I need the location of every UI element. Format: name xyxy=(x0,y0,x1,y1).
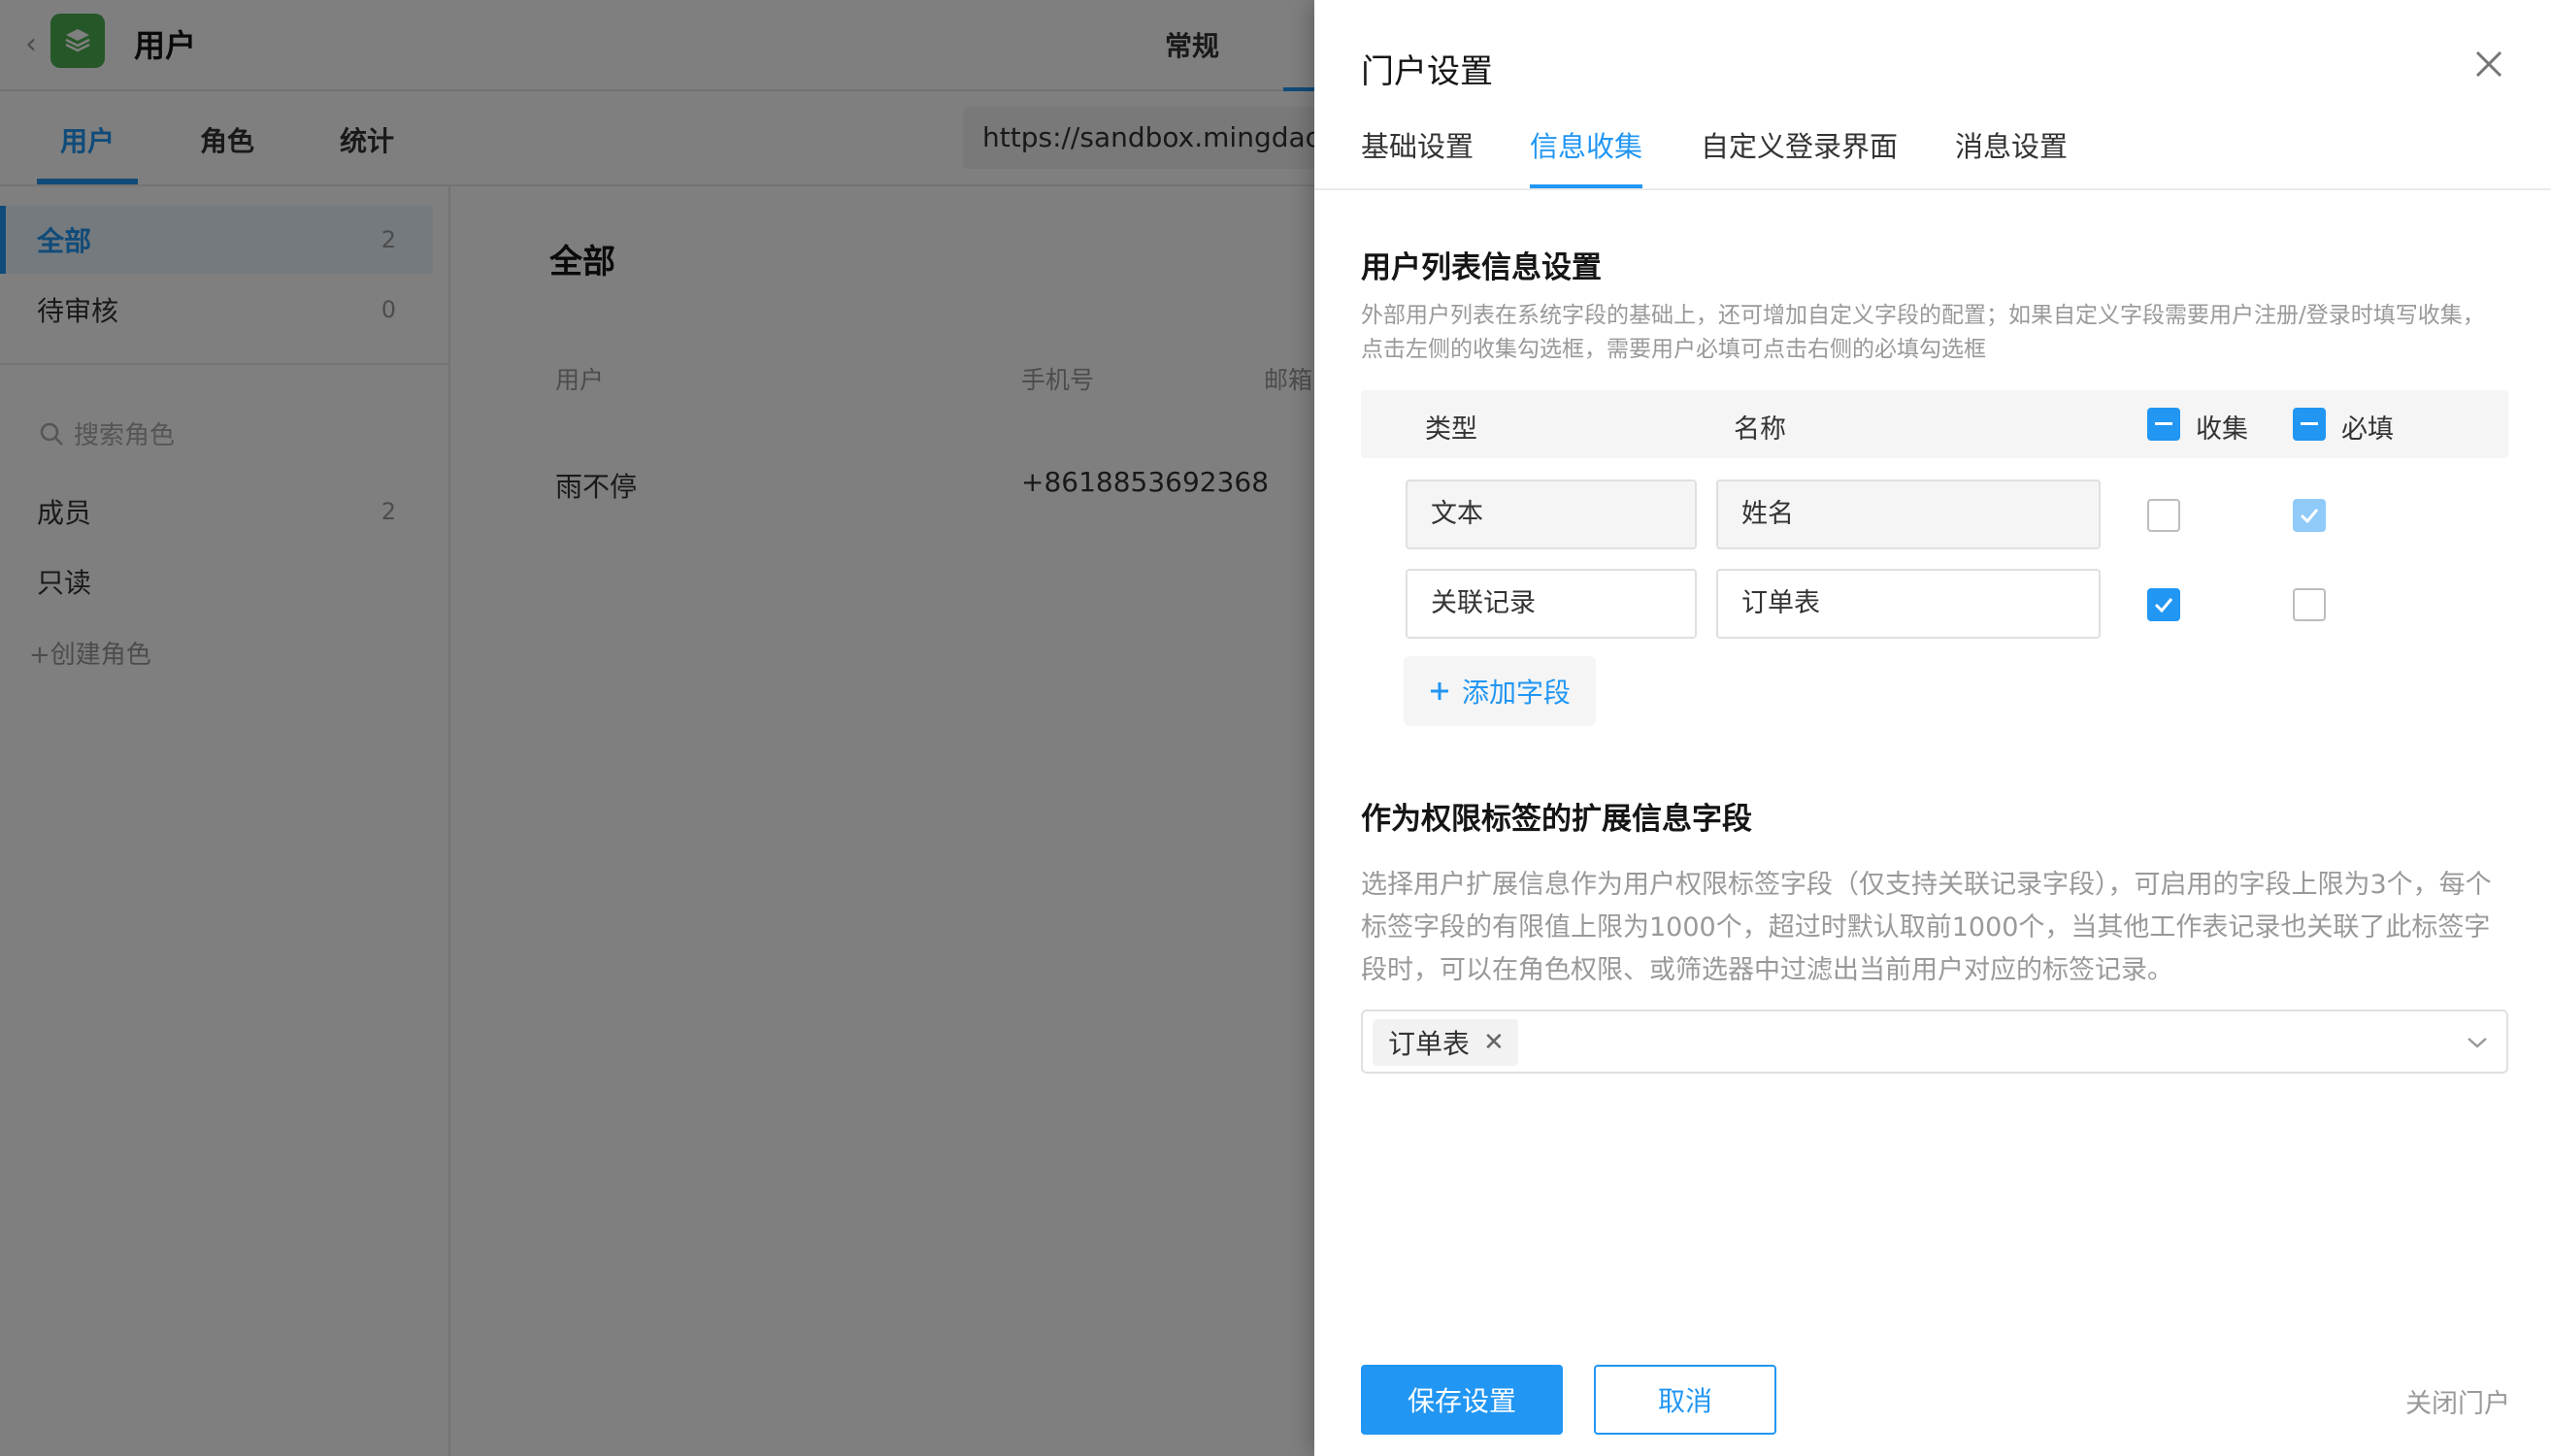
permission-tag-select[interactable]: 订单表 ✕ xyxy=(1361,1009,2508,1074)
section-title-permission-tags: 作为权限标签的扩展信息字段 xyxy=(1361,802,1752,837)
tab-basic-settings[interactable]: 基础设置 xyxy=(1361,124,1474,188)
field-table-header: 类型 名称 收集 必填 xyxy=(1361,390,2508,458)
minus-icon xyxy=(2155,422,2172,425)
field-name-input[interactable]: 姓名 xyxy=(1716,480,2101,549)
tab-message-settings[interactable]: 消息设置 xyxy=(1955,124,2068,188)
close-icon[interactable] xyxy=(2469,45,2508,83)
tab-info-collection[interactable]: 信息收集 xyxy=(1530,124,1643,188)
minus-icon xyxy=(2301,422,2318,425)
section-title-user-list: 用户列表信息设置 xyxy=(1361,250,1602,285)
collect-all-checkbox[interactable] xyxy=(2147,408,2180,441)
drawer-title: 门户设置 xyxy=(1361,52,1493,91)
check-icon xyxy=(2300,509,2319,523)
chevron-down-icon[interactable] xyxy=(2466,1031,2489,1054)
field-name-input[interactable]: 订单表 xyxy=(1716,569,2101,639)
collect-checkbox[interactable] xyxy=(2147,588,2180,621)
plus-icon xyxy=(1430,682,1448,700)
check-icon xyxy=(2154,598,2173,612)
required-checkbox[interactable] xyxy=(2293,499,2326,532)
drawer-tabs: 基础设置 信息收集 自定义登录界面 消息设置 xyxy=(1314,118,2551,190)
close-portal-link[interactable]: 关闭门户 xyxy=(2405,1382,2510,1420)
portal-settings-drawer: 门户设置 基础设置 信息收集 自定义登录界面 消息设置 用户列表信息设置 外部用… xyxy=(1314,0,2551,1456)
selected-tag: 订单表 ✕ xyxy=(1373,1019,1518,1066)
field-type-input[interactable]: 文本 xyxy=(1406,480,1697,549)
selected-tag-label: 订单表 xyxy=(1388,1028,1471,1060)
header-required: 必填 xyxy=(2341,414,2394,445)
header-collect: 收集 xyxy=(2196,414,2248,445)
add-field-label: 添加字段 xyxy=(1461,677,1571,709)
cancel-button[interactable]: 取消 xyxy=(1594,1365,1776,1435)
tab-custom-login[interactable]: 自定义登录界面 xyxy=(1701,124,1898,188)
header-name: 名称 xyxy=(1734,414,1786,445)
header-type: 类型 xyxy=(1425,414,1477,445)
save-settings-button[interactable]: 保存设置 xyxy=(1361,1365,1563,1435)
required-checkbox[interactable] xyxy=(2293,588,2326,621)
collect-checkbox[interactable] xyxy=(2147,499,2180,532)
section-desc-user-list: 外部用户列表在系统字段的基础上，还可增加自定义字段的配置；如果自定义字段需要用户… xyxy=(1361,303,2485,362)
section-desc-permission-tags: 选择用户扩展信息作为用户权限标签字段（仅支持关联记录字段），可启用的字段上限为3… xyxy=(1361,870,2492,985)
field-type-input[interactable]: 关联记录 xyxy=(1406,569,1697,639)
required-all-checkbox[interactable] xyxy=(2293,408,2326,441)
add-field-button[interactable]: 添加字段 xyxy=(1404,656,1596,726)
remove-tag-icon[interactable]: ✕ xyxy=(1483,1028,1505,1057)
